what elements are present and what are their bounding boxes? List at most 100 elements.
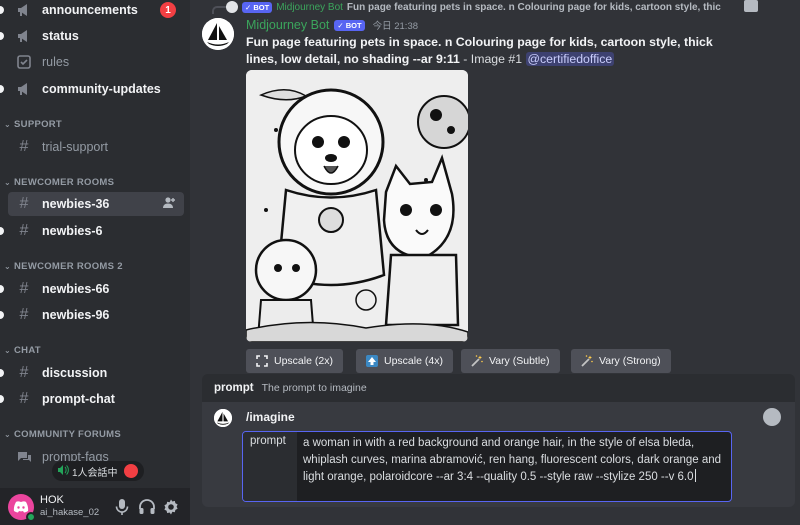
- channel-community-updates[interactable]: community-updates: [8, 77, 184, 101]
- upscale-2x-button[interactable]: Upscale (2x): [246, 349, 343, 373]
- megaphone-icon: [16, 28, 32, 44]
- channel-status[interactable]: status: [8, 24, 184, 48]
- button-label: Vary (Strong): [599, 355, 661, 367]
- bot-avatar[interactable]: [202, 18, 234, 50]
- channel-announcements[interactable]: announcements 1: [8, 0, 184, 22]
- image-number: - Image #1: [459, 52, 526, 66]
- category-newcomer-rooms-2[interactable]: ⌄ NEWCOMER ROOMS 2: [4, 261, 123, 272]
- user-info[interactable]: HOK ai_hakase_02: [40, 494, 99, 519]
- upscale-arrow-icon: [366, 355, 378, 367]
- unread-indicator: [0, 395, 4, 403]
- speaker-icon: [58, 464, 69, 478]
- unread-indicator: [0, 85, 4, 93]
- channel-label: community-updates: [42, 82, 161, 96]
- add-member-icon[interactable]: [162, 196, 176, 210]
- emoji-icon[interactable]: [763, 408, 781, 426]
- button-label: Upscale (2x): [274, 355, 333, 367]
- vary-strong-button[interactable]: Vary (Strong): [571, 349, 671, 373]
- chevron-down-icon: ⌄: [4, 178, 12, 187]
- reply-snippet: Fun page featuring pets in space. n Colo…: [346, 1, 721, 13]
- hashtag-icon: #: [19, 364, 29, 381]
- voice-activity-pill[interactable]: 1人会話中: [52, 461, 144, 481]
- generated-image[interactable]: [246, 70, 468, 342]
- bot-badge-label: BOT: [345, 20, 362, 30]
- hashtag-icon: #: [19, 195, 29, 212]
- user-tag: ai_hakase_02: [40, 507, 100, 519]
- channel-sidebar: announcements 1 status rules community-u…: [0, 0, 190, 525]
- channel-label: prompt-chat: [42, 392, 115, 406]
- channel-label: announcements: [42, 3, 138, 17]
- unread-indicator: [0, 32, 4, 40]
- gear-icon[interactable]: [162, 498, 180, 516]
- voice-count: 1人会話中: [72, 467, 118, 479]
- user-mention[interactable]: @certifiedoffice: [525, 52, 615, 66]
- microphone-icon[interactable]: [114, 498, 132, 516]
- mention-count-badge: 1: [160, 2, 176, 18]
- unread-indicator: [0, 285, 4, 293]
- category-support[interactable]: ⌄ SUPPORT: [4, 119, 62, 130]
- option-name: prompt: [214, 382, 254, 394]
- channel-label: rules: [42, 55, 70, 69]
- channel-prompt-chat[interactable]: # prompt-chat: [8, 387, 184, 411]
- message-author[interactable]: Midjourney Bot: [246, 18, 329, 32]
- unread-indicator: [0, 311, 4, 319]
- hashtag-icon: #: [19, 138, 29, 155]
- text-cursor: [694, 469, 696, 482]
- channel-newbies-96[interactable]: # newbies-96: [8, 303, 184, 327]
- expand-icon: [256, 355, 268, 367]
- channel-label: newbies-36: [42, 197, 110, 211]
- megaphone-icon: [16, 2, 32, 18]
- online-status-dot: [26, 511, 36, 522]
- bot-badge-label: BOT: [253, 2, 270, 12]
- megaphone-icon: [16, 81, 32, 97]
- forum-icon: [16, 449, 32, 465]
- hashtag-icon: #: [19, 222, 29, 239]
- headphones-icon[interactable]: [138, 498, 156, 516]
- channel-label: trial-support: [42, 140, 108, 154]
- unread-indicator: [0, 227, 4, 235]
- prompt-input[interactable]: a woman in with a red background and ora…: [297, 432, 731, 486]
- sparkle-wand-icon: [581, 355, 593, 367]
- hashtag-icon: #: [19, 390, 29, 407]
- category-label: CHAT: [14, 345, 41, 356]
- chevron-down-icon: ⌄: [4, 430, 12, 439]
- message-timestamp: 今日 21:38: [372, 21, 419, 32]
- user-panel: HOK ai_hakase_02: [0, 488, 190, 525]
- sparkle-wand-icon: [471, 355, 483, 367]
- channel-discussion[interactable]: # discussion: [8, 361, 184, 385]
- category-chat[interactable]: ⌄ CHAT: [4, 345, 41, 356]
- category-label: COMMUNITY FORUMS: [14, 429, 122, 440]
- chevron-down-icon: ⌄: [4, 346, 12, 355]
- channel-rules[interactable]: rules: [8, 50, 184, 74]
- channel-trial-support[interactable]: # trial-support: [8, 135, 184, 159]
- channel-label: newbies-96: [42, 308, 110, 322]
- channel-label: newbies-66: [42, 282, 110, 296]
- unread-indicator: [0, 6, 4, 14]
- discord-logo-icon: [123, 464, 138, 478]
- hashtag-icon: #: [19, 280, 29, 297]
- chevron-down-icon: ⌄: [4, 120, 12, 129]
- bot-badge: ✓ BOT: [334, 19, 365, 31]
- channel-newbies-66[interactable]: # newbies-66: [8, 277, 184, 301]
- chevron-down-icon: ⌄: [4, 262, 12, 271]
- channel-newbies-6[interactable]: # newbies-6: [8, 219, 184, 243]
- prompt-option-label: prompt: [243, 432, 297, 501]
- reply-reference[interactable]: ✓ BOT Midjourney Bot Fun page featuring …: [212, 0, 721, 14]
- user-name: HOK: [40, 494, 64, 507]
- checkbox-icon: [16, 54, 32, 70]
- channel-newbies-36[interactable]: # newbies-36: [8, 192, 184, 216]
- message-composer: /imagine prompt a woman in with a red ba…: [202, 402, 795, 507]
- bot-avatar-small: [226, 1, 238, 13]
- prompt-input-text: a woman in with a red background and ora…: [303, 437, 722, 483]
- category-newcomer-rooms[interactable]: ⌄ NEWCOMER ROOMS: [4, 177, 114, 188]
- vary-subtle-button[interactable]: Vary (Subtle): [461, 349, 560, 373]
- category-community-forums[interactable]: ⌄ COMMUNITY FORUMS: [4, 429, 121, 440]
- upscale-4x-button[interactable]: Upscale (4x): [356, 349, 453, 373]
- channel-label: newbies-6: [42, 224, 103, 238]
- channel-label: discussion: [42, 366, 108, 380]
- avatar[interactable]: [8, 493, 36, 522]
- message-content: Fun page featuring pets in space. n Colo…: [246, 34, 746, 68]
- button-label: Upscale (4x): [384, 355, 443, 367]
- reply-author[interactable]: Midjourney Bot: [276, 2, 343, 13]
- prompt-option-field[interactable]: prompt a woman in with a red background …: [242, 431, 732, 502]
